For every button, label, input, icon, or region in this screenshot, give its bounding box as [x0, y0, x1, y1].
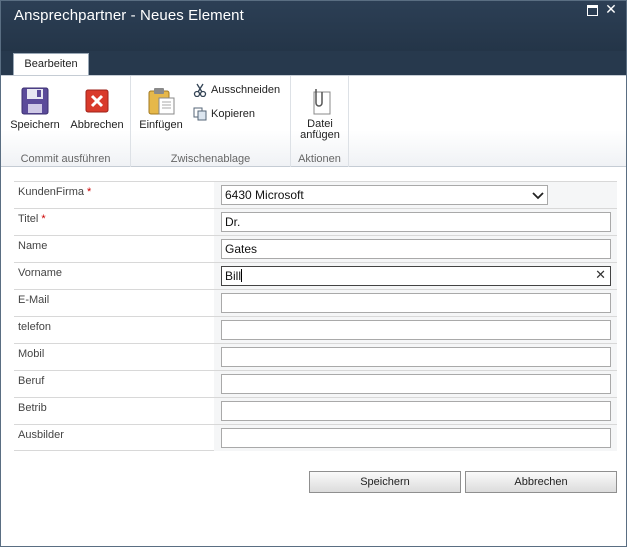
field-label: Betrib	[18, 402, 47, 414]
group-label-commit: Commit ausführen	[20, 153, 111, 165]
form-row-betrib: Betrib	[14, 397, 617, 424]
field-label: KundenFirma *	[18, 186, 214, 208]
paperclip-icon	[305, 86, 335, 116]
vorname-value: Bill	[225, 269, 242, 283]
ribbon: Speichern Abbrechen Commit ausführen Ein…	[1, 75, 626, 167]
vorname-input[interactable]: Bill ✕	[221, 266, 611, 286]
form-row-ausbilder: Ausbilder	[14, 424, 617, 451]
cancel-button[interactable]: Abbrechen	[465, 471, 617, 493]
required-marker: *	[41, 213, 46, 225]
cancel-x-icon	[82, 86, 112, 116]
ribbon-group-commit: Speichern Abbrechen Commit ausführen	[1, 76, 131, 167]
field-label: telefon	[18, 321, 52, 333]
field-label: Name	[18, 240, 48, 252]
ribbon-paste-label: Einfügen	[139, 119, 183, 131]
field-label: Vorname	[18, 267, 63, 279]
form-row-name: Name Gates	[14, 235, 617, 262]
mobil-input[interactable]	[221, 347, 611, 367]
kundenfirma-select[interactable]: 6430 Microsoft	[221, 185, 548, 205]
kundenfirma-selected-value: 6430 Microsoft	[225, 188, 304, 202]
text-caret	[241, 269, 243, 282]
dialog-window: Ansprechpartner - Neues Element ✕ Bearbe…	[0, 0, 627, 547]
titel-input[interactable]: Dr.	[221, 212, 611, 232]
name-input[interactable]: Gates	[221, 239, 611, 259]
ribbon-cut-button[interactable]: Ausschneiden	[191, 81, 280, 99]
new-item-form: KundenFirma * 6430 Microsoft Titel * Dr. N…	[14, 181, 617, 451]
field-label-text: KundenFirma	[18, 186, 85, 198]
title-bar: Ansprechpartner - Neues Element ✕	[1, 1, 626, 51]
clipboard-paste-icon	[146, 86, 176, 116]
ribbon-tab-strip: Bearbeiten	[1, 51, 626, 76]
ribbon-copy-button[interactable]: Kopieren	[191, 105, 255, 123]
group-label-actions: Aktionen	[298, 153, 341, 165]
chevron-down-icon[interactable]	[531, 188, 545, 202]
form-row-titel: Titel * Dr.	[14, 208, 617, 235]
maximize-icon[interactable]	[587, 5, 598, 16]
tab-bearbeiten[interactable]: Bearbeiten	[13, 53, 89, 76]
ribbon-save-label: Speichern	[10, 119, 60, 131]
ribbon-group-clipboard: Einfügen Ausschneiden Kopieren Zwischena…	[131, 76, 291, 167]
group-label-clipboard: Zwischenablage	[170, 153, 251, 165]
floppy-disk-icon	[20, 86, 50, 116]
ribbon-copy-label: Kopieren	[211, 108, 256, 120]
clear-input-icon[interactable]: ✕	[595, 268, 606, 282]
form-row-vorname: Vorname Bill ✕	[14, 262, 617, 289]
ribbon-paste-button[interactable]: Einfügen	[135, 82, 187, 131]
email-input[interactable]	[221, 293, 611, 313]
ribbon-cut-label: Ausschneiden	[211, 84, 281, 96]
required-marker: *	[87, 186, 92, 198]
field-label: Beruf	[18, 375, 45, 387]
field-label: Mobil	[18, 348, 45, 360]
field-label: Titel *	[18, 213, 214, 235]
field-label: Ausbilder	[18, 429, 64, 441]
form-row-kundenfirma: KundenFirma * 6430 Microsoft	[14, 181, 617, 208]
save-button[interactable]: Speichern	[309, 471, 461, 493]
beruf-input[interactable]	[221, 374, 611, 394]
form-row-beruf: Beruf	[14, 370, 617, 397]
scissors-icon	[193, 83, 208, 98]
telefon-input[interactable]	[221, 320, 611, 340]
window-title: Ansprechpartner - Neues Element	[14, 7, 244, 24]
ribbon-group-actions: Datei anfügen Aktionen	[291, 76, 349, 167]
ribbon-attach-file-button[interactable]: Datei anfügen	[293, 82, 347, 141]
betrib-input[interactable]	[221, 401, 611, 421]
ribbon-save-button[interactable]: Speichern	[9, 82, 61, 131]
form-row-telefon: telefon	[14, 316, 617, 343]
form-row-mobil: Mobil	[14, 343, 617, 370]
ribbon-cancel-button[interactable]: Abbrechen	[67, 82, 127, 131]
field-label: E-Mail	[18, 294, 50, 306]
copy-icon	[193, 107, 208, 121]
close-icon[interactable]: ✕	[604, 2, 618, 16]
form-row-email: E-Mail	[14, 289, 617, 316]
ribbon-cancel-label: Abbrechen	[70, 119, 124, 131]
ribbon-attach-label-2: anfügen	[300, 129, 340, 141]
field-label-text: Titel	[18, 213, 39, 225]
ausbilder-input[interactable]	[221, 428, 611, 448]
